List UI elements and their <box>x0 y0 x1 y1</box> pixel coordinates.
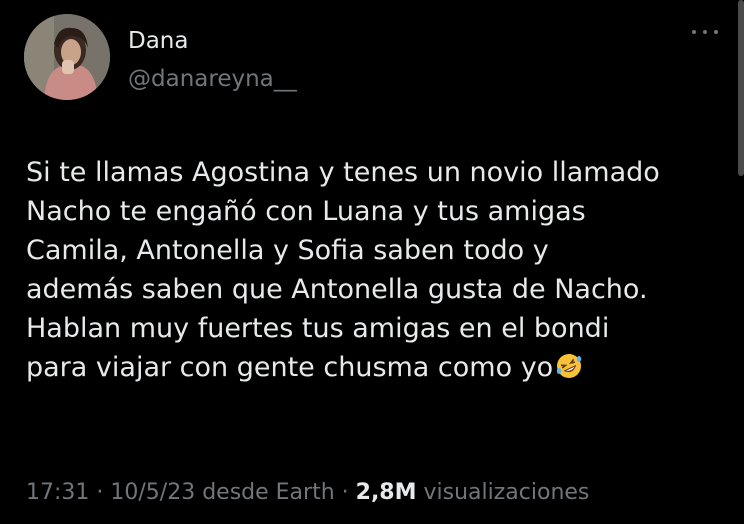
tweet-line: Hablan muy fuertes tus amigas en el bond… <box>26 313 610 344</box>
separator: · <box>334 480 356 505</box>
tweet-line: además saben que Antonella gusta de Nach… <box>26 274 648 305</box>
tweet-text: Si te llamas Agostina y tenes un novio l… <box>26 153 726 387</box>
tweet-line: Camila, Antonella y Sofia saben todo y <box>26 235 549 266</box>
views-label[interactable]: visualizaciones <box>417 480 590 505</box>
tweet-line: Nacho te engañó con Luana y tus amigas <box>26 196 586 227</box>
scrollbar[interactable] <box>738 0 744 176</box>
tweet-line: Si te llamas Agostina y tenes un novio l… <box>26 157 660 188</box>
tweet-time[interactable]: 17:31 <box>26 480 89 505</box>
tweet-date[interactable]: 10/5/23 <box>110 480 195 505</box>
tweet-metadata: 17:31 · 10/5/23 desde Earth · 2,8M visua… <box>26 480 589 505</box>
more-options-icon[interactable] <box>690 24 720 40</box>
separator: · <box>89 480 111 505</box>
display-name[interactable]: Dana <box>128 28 188 54</box>
tweet-line: para viajar con gente chusma como yo <box>26 352 554 383</box>
rolling-on-floor-laughing-emoji-icon <box>557 354 582 378</box>
tweet-last-line: para viajar con gente chusma como yo <box>26 348 726 387</box>
avatar-photo <box>24 14 110 100</box>
tweet-source: desde Earth <box>195 480 335 505</box>
avatar[interactable] <box>24 14 110 100</box>
views-count[interactable]: 2,8M <box>356 480 417 505</box>
user-handle[interactable]: @danareyna__ <box>128 66 297 92</box>
